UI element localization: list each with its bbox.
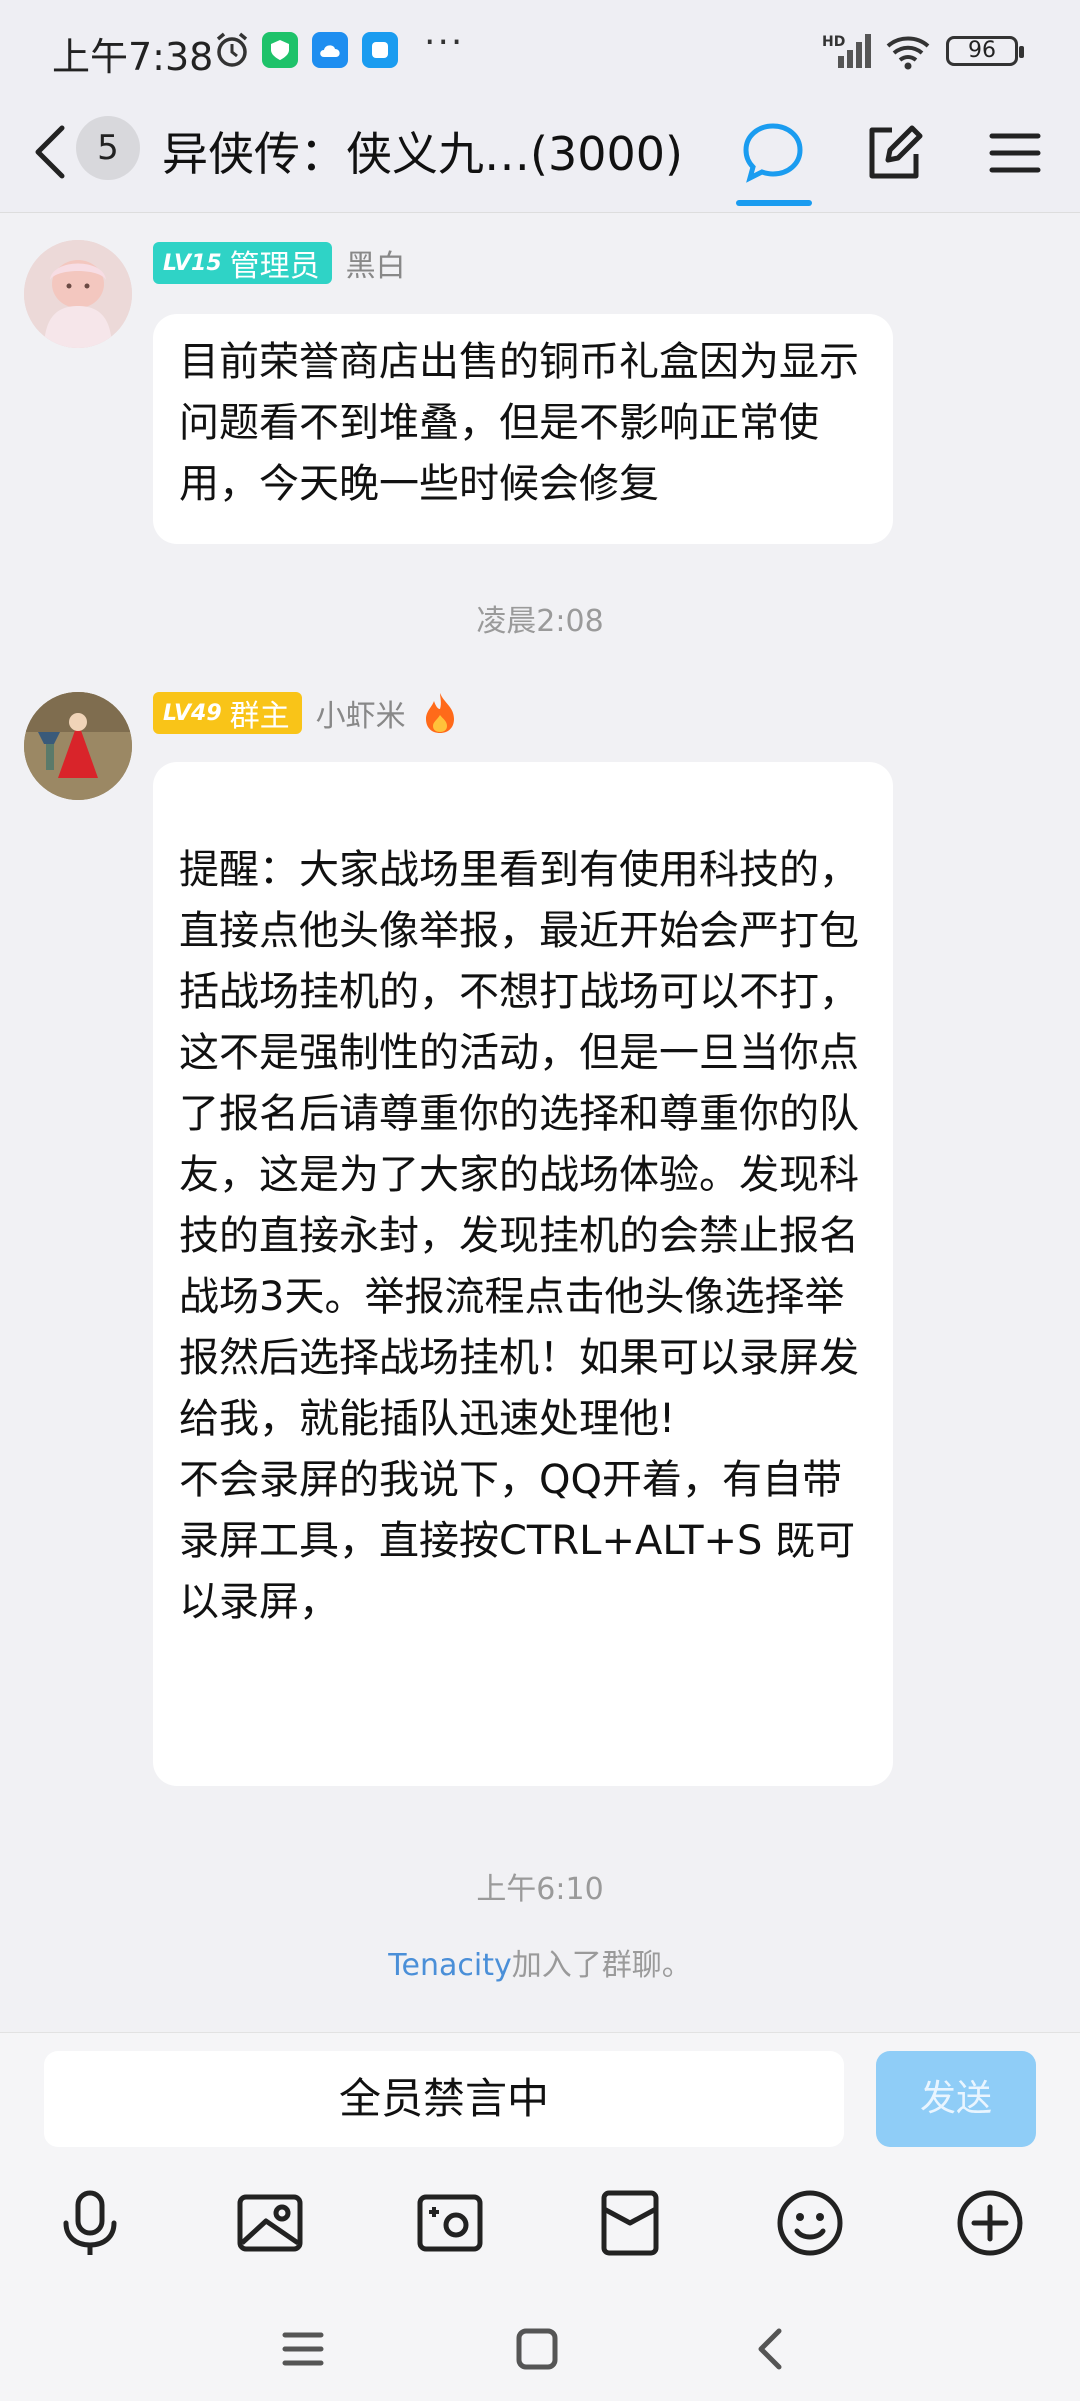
message-bubble[interactable]: 提醒：大家战场里看到有使用科技的，直接点他头像举报，最近开始会严打包括战场挂机的… xyxy=(153,762,893,1786)
message-meta: LV15 管理员 黑白 xyxy=(153,242,406,284)
back-arrow-icon[interactable] xyxy=(30,122,70,182)
emoji-icon[interactable] xyxy=(770,2183,850,2263)
system-notice: Tenacity加入了群聊。 xyxy=(0,1940,1080,1984)
image-icon[interactable] xyxy=(230,2183,310,2263)
red-envelope-icon[interactable] xyxy=(590,2183,670,2263)
active-tab-indicator xyxy=(736,200,812,206)
battery-indicator: 96 xyxy=(946,36,1024,66)
security-app-icon xyxy=(262,32,298,68)
role-label: 管理员 xyxy=(229,249,320,284)
signal-icon xyxy=(838,34,871,68)
fire-icon xyxy=(425,693,454,733)
message-meta: LV49 群主 小虾米 xyxy=(153,692,460,734)
group-title[interactable]: 异侠传：侠义九…(3000) xyxy=(162,118,683,184)
sender-nickname[interactable]: 小虾米 xyxy=(316,691,406,735)
input-area: 全员禁言中 发送 xyxy=(0,2032,1080,2401)
more-notifications-icon: ··· xyxy=(424,22,465,63)
message-text: 目前荣誉商店出售的铜币礼盒因为显示问题看不到堆叠，但是不影响正常使用，今天晚一些… xyxy=(179,339,859,507)
menu-icon[interactable] xyxy=(980,118,1050,188)
cloud-app-icon xyxy=(312,32,348,68)
system-text: 加入了群聊。 xyxy=(511,1948,692,1983)
edit-note-icon[interactable] xyxy=(858,118,928,188)
muted-input-field[interactable]: 全员禁言中 xyxy=(44,2051,844,2147)
avatar-xiaoxiami[interactable] xyxy=(24,692,132,800)
message-paragraph: 提醒：大家战场里看到有使用科技的，直接点他头像举报，最近开始会严打包括战场挂机的… xyxy=(179,847,859,1442)
message-paragraph: 不会录屏的我说下，QQ开着，有自带录屏工具，直接按CTRL+ALT+S 既可以录… xyxy=(179,1457,856,1625)
chat-bubble-icon[interactable] xyxy=(738,118,808,188)
camera-icon[interactable] xyxy=(410,2183,490,2263)
system-user-link[interactable]: Tenacity xyxy=(388,1948,511,1983)
role-label: 群主 xyxy=(229,699,290,734)
microphone-icon[interactable] xyxy=(50,2183,130,2263)
admin-badge: LV15 管理员 xyxy=(153,242,332,284)
timestamp: 上午6:10 xyxy=(476,1872,604,1907)
plus-icon[interactable] xyxy=(950,2183,1030,2263)
owner-badge: LV49 群主 xyxy=(153,692,302,734)
send-button[interactable]: 发送 xyxy=(876,2051,1036,2147)
wifi-icon xyxy=(886,36,930,70)
timestamp: 凌晨2:08 xyxy=(476,604,604,639)
level-label: LV15 xyxy=(163,250,222,276)
status-time: 上午7:38 xyxy=(52,35,214,79)
nav-menu-icon[interactable] xyxy=(273,2319,333,2379)
unread-count-badge[interactable]: 5 xyxy=(76,116,140,180)
avatar-heibai[interactable] xyxy=(24,240,132,348)
sender-nickname[interactable]: 黑白 xyxy=(346,241,406,285)
nav-back-icon[interactable] xyxy=(741,2319,801,2379)
message-app-icon xyxy=(362,32,398,68)
status-bar: 上午7:38 ··· HD 96 xyxy=(0,0,1080,100)
message-bubble[interactable]: 目前荣誉商店出售的铜币礼盒因为显示问题看不到堆叠，但是不影响正常使用，今天晚一些… xyxy=(153,314,893,544)
alarm-icon xyxy=(216,32,248,67)
nav-home-icon[interactable] xyxy=(507,2319,567,2379)
chat-header: 5 异侠传：侠义九…(3000) xyxy=(0,100,1080,213)
level-label: LV49 xyxy=(163,700,222,726)
